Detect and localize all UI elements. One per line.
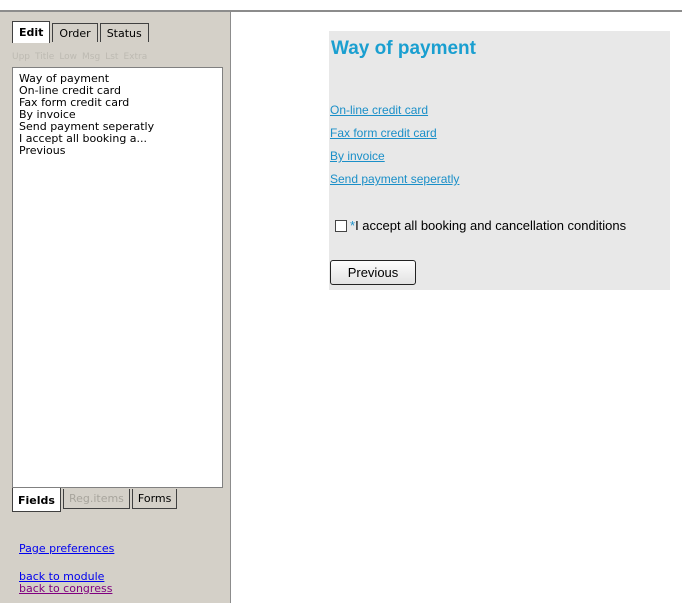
- send-payment-separately-link[interactable]: Send payment seperatly: [330, 172, 459, 186]
- tab-status[interactable]: Status: [99, 23, 149, 42]
- tab-reg-items[interactable]: Reg.items: [62, 489, 130, 509]
- top-tab-bar: Edit Order Status: [12, 19, 151, 43]
- back-to-congress-link[interactable]: back to congress: [19, 582, 112, 595]
- toolbar-extra-button[interactable]: Extra: [123, 52, 147, 62]
- form-preview: Way of payment On-line credit card Fax f…: [329, 31, 670, 290]
- previous-button[interactable]: Previous: [330, 260, 416, 285]
- toolbar-title-button[interactable]: Title: [35, 52, 54, 62]
- editor-sidebar: Edit Order Status Upp Title Low Msg Lst …: [0, 12, 231, 603]
- toolbar-low-button[interactable]: Low: [59, 52, 77, 62]
- tab-order[interactable]: Order: [52, 23, 98, 42]
- field-list[interactable]: Way of payment On-line credit card Fax f…: [12, 67, 223, 488]
- fax-form-credit-card-link[interactable]: Fax form credit card: [330, 126, 437, 140]
- by-invoice-link[interactable]: By invoice: [330, 149, 385, 163]
- accept-conditions-label: I accept all booking and cancellation co…: [355, 218, 627, 233]
- toolbar-up-button[interactable]: Upp: [12, 52, 30, 62]
- accept-conditions-row: * I accept all booking and cancellation …: [335, 218, 626, 233]
- page-title: Way of payment: [331, 38, 476, 59]
- online-credit-card-link[interactable]: On-line credit card: [330, 103, 428, 117]
- bottom-tab-bar: Fields Reg.items Forms: [12, 488, 179, 512]
- toolbar-msg-button[interactable]: Msg: [82, 52, 100, 62]
- toolbar-lst-button[interactable]: Lst: [105, 52, 118, 62]
- tab-edit[interactable]: Edit: [12, 21, 51, 43]
- list-item[interactable]: Previous: [19, 145, 216, 157]
- page-preferences-link[interactable]: Page preferences: [19, 542, 114, 555]
- accept-conditions-checkbox[interactable]: [335, 219, 347, 232]
- tab-fields[interactable]: Fields: [12, 488, 61, 512]
- tab-forms[interactable]: Forms: [131, 489, 178, 509]
- field-toolbar: Upp Title Low Msg Lst Extra: [12, 52, 147, 62]
